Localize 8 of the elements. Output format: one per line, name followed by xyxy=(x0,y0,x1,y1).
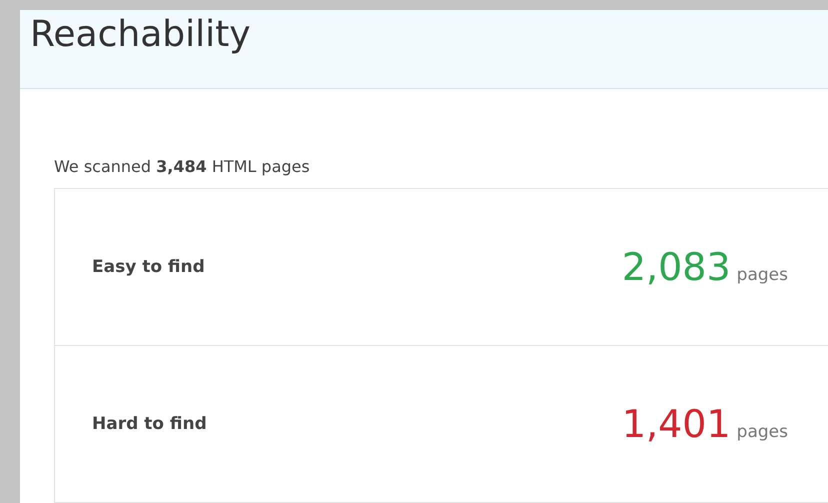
stat-value: 1,401 xyxy=(622,402,731,446)
stat-label: Hard to find xyxy=(92,414,207,434)
stat-unit: pages xyxy=(736,265,788,285)
stat-label: Easy to find xyxy=(92,257,205,277)
stat-value: 2,083 xyxy=(622,245,731,289)
panel-title: Reachability xyxy=(30,14,251,55)
scan-summary: We scanned 3,484 HTML pages xyxy=(54,157,311,176)
stat-unit: pages xyxy=(736,422,788,442)
